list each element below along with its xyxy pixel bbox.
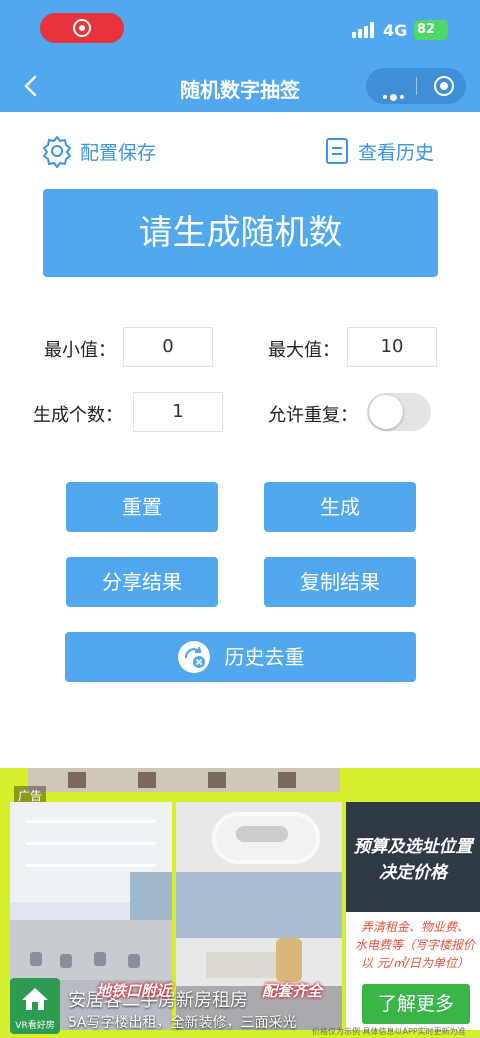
home-icon bbox=[22, 988, 48, 1010]
share-result-button[interactable]: 分享结果 bbox=[66, 557, 218, 607]
ad-headline-1: 预算及选址位置 bbox=[353, 837, 473, 857]
min-value-input[interactable]: 0 bbox=[123, 327, 213, 367]
refresh-remove-icon bbox=[177, 641, 210, 673]
ad-subcaption: 5A写字楼出租，全新装修，三面采光 bbox=[68, 1015, 297, 1031]
document-icon bbox=[326, 138, 348, 164]
copy-result-button[interactable]: 复制结果 bbox=[264, 557, 416, 607]
record-icon bbox=[73, 19, 91, 37]
learn-more-button[interactable]: 了解更多 bbox=[362, 984, 470, 1024]
ad-desc-2: 水电费等（写字楼报价 bbox=[354, 938, 475, 952]
count-label: 生成个数： bbox=[33, 405, 123, 426]
battery-icon: 82 bbox=[414, 20, 448, 40]
history-dedupe-label: 历史去重 bbox=[224, 645, 305, 669]
status-bar: 4G 82 bbox=[0, 0, 480, 60]
config-save-link[interactable]: 配置保存 bbox=[40, 134, 156, 168]
view-history-label: 查看历史 bbox=[358, 141, 435, 164]
config-save-label: 配置保存 bbox=[80, 141, 157, 164]
generate-button[interactable]: 生成 bbox=[264, 482, 416, 532]
reset-button[interactable]: 重置 bbox=[66, 482, 218, 532]
nav-bar: 随机数字抽签 bbox=[0, 60, 480, 112]
vr-badge: VR看好房 bbox=[10, 978, 60, 1034]
min-value-label: 最小值： bbox=[44, 340, 116, 361]
screen-recording-indicator[interactable] bbox=[40, 13, 124, 43]
signal-icon bbox=[352, 22, 378, 38]
count-input[interactable]: 1 bbox=[133, 392, 223, 432]
gear-icon bbox=[43, 136, 71, 168]
more-icon[interactable] bbox=[383, 84, 407, 103]
close-miniprogram-icon[interactable] bbox=[434, 76, 454, 96]
ad-tag-subway: 地铁口附近 bbox=[96, 982, 172, 1000]
result-banner: 请生成随机数 bbox=[43, 189, 438, 277]
max-value-label: 最大值： bbox=[268, 340, 340, 361]
ad-desc-3: 以 元/㎡/日为单位） bbox=[361, 956, 469, 970]
max-value-input[interactable]: 10 bbox=[347, 327, 437, 367]
advertisement[interactable]: 广告 预算及选址位置 决定价格 弄清租金、物业费、 水电费等（写字楼报价 以 元/… bbox=[0, 768, 480, 1038]
history-dedupe-button[interactable]: 历史去重 bbox=[65, 632, 416, 682]
vr-badge-label: VR看好房 bbox=[15, 1021, 55, 1031]
ad-footnote: 价格仅为示例 具体信息以APP实时更新为准 bbox=[312, 1027, 466, 1036]
miniprogram-capsule bbox=[366, 68, 466, 104]
ad-desc-1: 弄清租金、物业费、 bbox=[360, 920, 469, 934]
network-type: 4G bbox=[383, 21, 408, 40]
ad-tag-facilities: 配套齐全 bbox=[262, 982, 323, 1000]
toggle-knob bbox=[369, 395, 403, 429]
ad-headline-2: 决定价格 bbox=[379, 863, 447, 883]
view-history-link[interactable]: 查看历史 bbox=[324, 134, 434, 168]
ad-top-photo-strip bbox=[28, 768, 340, 792]
allow-repeat-toggle[interactable] bbox=[367, 393, 431, 431]
allow-repeat-label: 允许重复： bbox=[268, 405, 358, 426]
